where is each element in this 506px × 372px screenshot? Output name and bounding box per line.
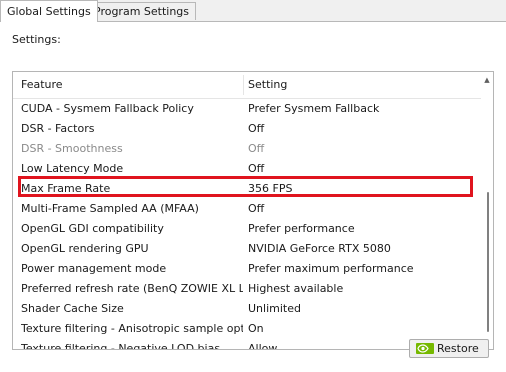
column-header-setting[interactable]: Setting (248, 72, 287, 98)
list-item-disabled: DSR - Smoothness Off (13, 139, 481, 159)
restore-label: Restore (437, 342, 479, 355)
list-item[interactable]: Multi-Frame Sampled AA (MFAA) Off (13, 199, 481, 219)
list-item[interactable]: OpenGL GDI compatibility Prefer performa… (13, 219, 481, 239)
feature-name: Texture filtering - Negative LOD bias (21, 342, 221, 350)
settings-label: Settings: (12, 33, 61, 46)
tab-program-settings[interactable]: Program Settings (87, 2, 197, 20)
setting-value: Off (248, 122, 265, 135)
vertical-scrollbar[interactable]: ▲ (481, 72, 493, 349)
feature-name: CUDA - Sysmem Fallback Policy (21, 102, 194, 115)
setting-value: Unlimited (248, 302, 301, 315)
list-item[interactable]: CUDA - Sysmem Fallback Policy Prefer Sys… (13, 99, 481, 119)
list-item[interactable]: Texture filtering - Anisotropic sample o… (13, 319, 481, 339)
column-header-feature[interactable]: Feature (21, 72, 63, 98)
scroll-thumb[interactable] (487, 192, 489, 332)
settings-list[interactable]: Feature Setting CUDA - Sysmem Fallback P… (12, 71, 494, 350)
list-header: Feature Setting (13, 72, 481, 99)
feature-name: Power management mode (21, 262, 167, 275)
feature-name: Low Latency Mode (21, 162, 124, 175)
feature-name: DSR - Smoothness (21, 142, 123, 155)
nvidia-logo-icon (416, 343, 434, 354)
feature-name: DSR - Factors (21, 122, 95, 135)
feature-name: Shader Cache Size (21, 302, 124, 315)
list-item[interactable]: Shader Cache Size Unlimited (13, 299, 481, 319)
tab-global-settings[interactable]: Global Settings (0, 0, 98, 22)
feature-name: OpenGL rendering GPU (21, 242, 149, 255)
list-rows: CUDA - Sysmem Fallback Policy Prefer Sys… (13, 99, 481, 350)
setting-value: Off (248, 142, 265, 155)
list-item-max-frame-rate[interactable]: Max Frame Rate 356 FPS (13, 179, 481, 199)
setting-value: On (248, 322, 264, 335)
list-item[interactable]: Preferred refresh rate (BenQ ZOWIE XL L.… (13, 279, 481, 299)
setting-value: Prefer performance (248, 222, 355, 235)
setting-value: NVIDIA GeForce RTX 5080 (248, 242, 391, 255)
restore-button[interactable]: Restore (409, 339, 489, 358)
setting-value: Prefer Sysmem Fallback (248, 102, 380, 115)
feature-name: Max Frame Rate (21, 182, 111, 195)
feature-name: OpenGL GDI compatibility (21, 222, 164, 235)
setting-value: 356 FPS (248, 182, 293, 195)
setting-value: Off (248, 202, 265, 215)
scroll-up-arrow-icon[interactable]: ▲ (483, 76, 491, 84)
list-item[interactable]: DSR - Factors Off (13, 119, 481, 139)
setting-value: Highest available (248, 282, 344, 295)
settings-panel: Settings: Feature Setting CUDA - Sysmem … (0, 21, 506, 372)
column-separator[interactable] (243, 75, 244, 95)
feature-name: Preferred refresh rate (BenQ ZOWIE XL L.… (21, 282, 243, 295)
list-item[interactable]: OpenGL rendering GPU NVIDIA GeForce RTX … (13, 239, 481, 259)
setting-value: Off (248, 162, 265, 175)
feature-name: Texture filtering - Anisotropic sample o… (21, 322, 243, 335)
list-item[interactable]: Power management mode Prefer maximum per… (13, 259, 481, 279)
tab-bar: Global Settings Program Settings (0, 0, 506, 22)
setting-value: Prefer maximum performance (248, 262, 414, 275)
list-item[interactable]: Low Latency Mode Off (13, 159, 481, 179)
feature-name: Multi-Frame Sampled AA (MFAA) (21, 202, 199, 215)
